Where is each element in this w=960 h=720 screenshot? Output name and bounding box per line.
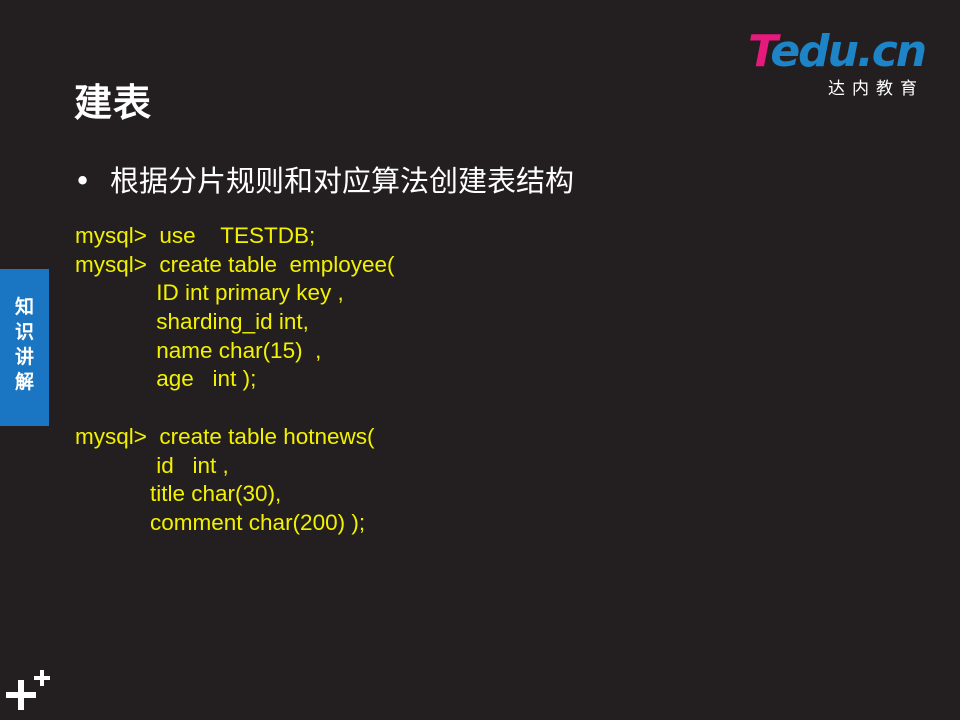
code-line: name char(15) , xyxy=(75,337,322,363)
code-line: age int ); xyxy=(75,366,257,392)
logo-wordmark-t: T xyxy=(748,26,772,77)
code-block: mysql> use TESTDB; mysql> create table e… xyxy=(75,222,395,538)
side-tab-label: 知 识 讲 解 xyxy=(14,296,34,393)
plus-plus-icon xyxy=(6,668,52,714)
code-line: ID int primary key , xyxy=(75,280,344,306)
code-line: mysql> use TESTDB; xyxy=(75,223,316,248)
code-line: title char(30), xyxy=(75,481,282,507)
tedu-logo: Tedu.cn 达内教育 xyxy=(748,26,928,100)
code-line: comment char(200) ); xyxy=(75,509,366,535)
code-line: mysql> create table employee( xyxy=(75,251,395,277)
code-line: sharding_id int, xyxy=(75,309,309,335)
side-tab-knowledge: 知 识 讲 解 xyxy=(0,269,49,426)
bullet-text: 根据分片规则和对应算法创建表结构 xyxy=(110,164,575,198)
bullet-dot: • xyxy=(74,164,92,198)
slide-title: 建表 xyxy=(74,81,153,125)
bullet-item: • 根据分片规则和对应算法创建表结构 xyxy=(74,158,574,200)
logo-subtitle: 达内教育 xyxy=(828,79,924,99)
code-line: mysql> create table hotnews( xyxy=(75,423,375,449)
logo-wordmark-rest: edu.cn xyxy=(770,26,927,77)
code-line: id int , xyxy=(75,452,229,478)
logo-wordmark: Tedu.cn xyxy=(748,26,927,77)
